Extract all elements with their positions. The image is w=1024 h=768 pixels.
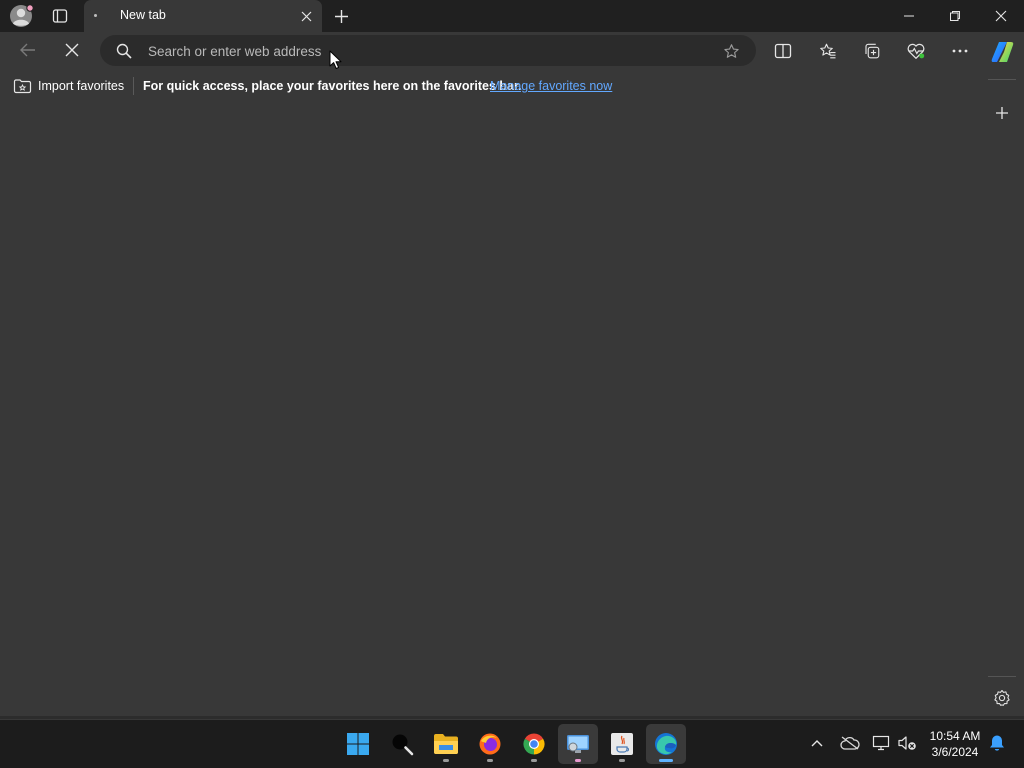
firefox-button[interactable] (470, 724, 510, 764)
sidebar-settings-gear-icon[interactable] (990, 686, 1014, 710)
file-explorer-button[interactable] (426, 724, 466, 764)
chrome-icon (523, 733, 545, 755)
settings-and-more-icon[interactable] (945, 36, 975, 66)
running-indicator (487, 759, 493, 762)
clock-date: 3/6/2024 (931, 745, 979, 759)
split-screen-icon[interactable] (768, 36, 798, 66)
notifications-bell-icon[interactable] (986, 732, 1008, 754)
close-window-button[interactable] (978, 0, 1024, 32)
clock-time: 10:54 AM (929, 729, 981, 743)
tab-actions-menu-icon[interactable] (48, 5, 72, 27)
search-icon (115, 42, 133, 60)
tab-title: New tab (120, 8, 166, 22)
import-favorites-icon[interactable] (12, 77, 32, 94)
address-input[interactable] (146, 39, 710, 64)
running-indicator (531, 759, 537, 762)
windows-logo-icon (347, 733, 369, 755)
taskbar-search-button[interactable] (382, 724, 422, 764)
sidebar-add-icon[interactable] (990, 101, 1014, 125)
favorites-bar-separator (133, 77, 134, 95)
remote-desktop-icon (567, 735, 589, 753)
close-tab-icon[interactable] (298, 8, 314, 24)
tab-loading-icon (94, 14, 97, 17)
import-favorites-button[interactable]: Import favorites (38, 79, 124, 93)
collections-icon[interactable] (857, 36, 887, 66)
sidebar-divider (988, 79, 1016, 80)
running-indicator (443, 759, 449, 762)
minimize-window-button[interactable] (886, 0, 932, 32)
favorites-bar: Import favorites For quick access, place… (0, 72, 980, 100)
browser-toolbar (0, 32, 1024, 70)
edge-icon (655, 733, 677, 755)
mouse-cursor-icon (329, 50, 343, 70)
firefox-icon (479, 733, 501, 755)
stop-loading-button[interactable] (58, 36, 86, 64)
network-icon[interactable] (870, 732, 892, 754)
taskbar: 10:54 AM 3/6/2024 (0, 720, 1024, 768)
sidebar-divider (988, 676, 1016, 677)
back-button[interactable] (14, 36, 42, 64)
onedrive-offline-icon[interactable] (839, 732, 861, 754)
start-button[interactable] (338, 724, 378, 764)
running-indicator (575, 759, 581, 762)
java-icon (611, 733, 633, 755)
new-tab-button[interactable] (330, 5, 352, 27)
favorites-bar-message: For quick access, place your favorites h… (143, 79, 522, 93)
folder-icon (434, 734, 458, 754)
browser-essentials-heart-icon[interactable] (901, 36, 931, 66)
restore-window-button[interactable] (932, 0, 978, 32)
show-hidden-icons-chevron-up-icon[interactable] (806, 732, 828, 754)
profile-avatar-icon[interactable] (8, 3, 34, 29)
system-clock[interactable]: 10:54 AM 3/6/2024 (922, 728, 988, 760)
java-app-button[interactable] (602, 724, 642, 764)
running-indicator (619, 759, 625, 762)
manage-favorites-link[interactable]: Manage favorites now (490, 79, 612, 93)
search-icon (392, 734, 414, 756)
title-bar: New tab (0, 0, 1024, 32)
edge-button[interactable] (646, 724, 686, 764)
tab-new-tab[interactable]: New tab (84, 0, 322, 32)
address-bar[interactable] (100, 35, 756, 66)
add-favorite-star-icon[interactable] (720, 40, 742, 62)
remote-desktop-button[interactable] (558, 724, 598, 764)
chrome-button[interactable] (514, 724, 554, 764)
copilot-icon[interactable] (989, 38, 1017, 66)
edge-sidebar (980, 70, 1024, 718)
browser-bottom-edge (0, 716, 1024, 719)
favorites-icon[interactable] (813, 36, 843, 66)
volume-muted-icon[interactable] (896, 732, 918, 754)
running-indicator (659, 759, 673, 762)
